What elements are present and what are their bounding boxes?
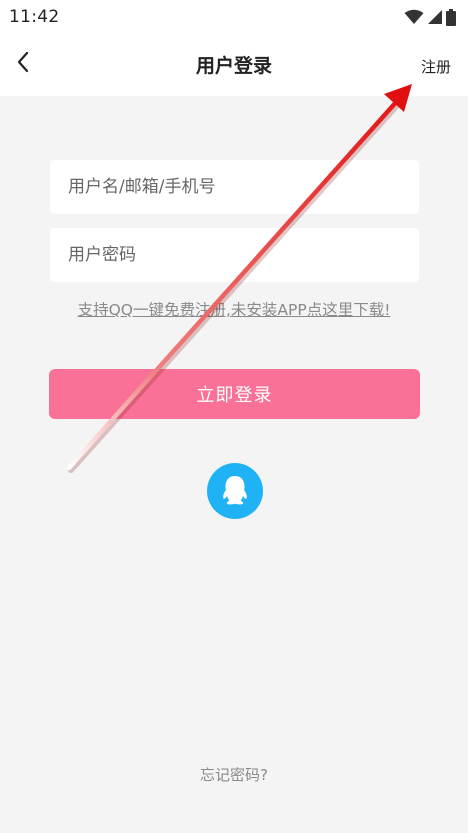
qq-login-button[interactable] bbox=[207, 463, 263, 519]
qq-register-download-link[interactable]: 支持QQ一键免费注册,未安装APP点这里下载! bbox=[0, 298, 468, 320]
register-button[interactable]: 注册 bbox=[421, 56, 451, 77]
status-time: 11:42 bbox=[9, 7, 60, 27]
wifi-icon bbox=[404, 9, 424, 24]
password-input[interactable] bbox=[50, 228, 419, 282]
status-icons bbox=[404, 8, 456, 26]
page-title: 用户登录 bbox=[195, 55, 272, 77]
login-screen: 11:42 用户登录 注册 支持QQ一键免费注册,未安装APP点这里下载! 立即… bbox=[0, 0, 468, 833]
status-bar: 11:42 bbox=[0, 0, 468, 34]
qq-penguin-icon bbox=[223, 476, 247, 505]
battery-icon bbox=[446, 8, 456, 26]
login-button[interactable]: 立即登录 bbox=[49, 369, 420, 419]
signal-icon bbox=[428, 10, 442, 24]
header-bar: 用户登录 注册 bbox=[0, 34, 468, 96]
forgot-password-link[interactable]: 忘记密码? bbox=[0, 764, 468, 785]
username-input[interactable] bbox=[50, 160, 419, 214]
